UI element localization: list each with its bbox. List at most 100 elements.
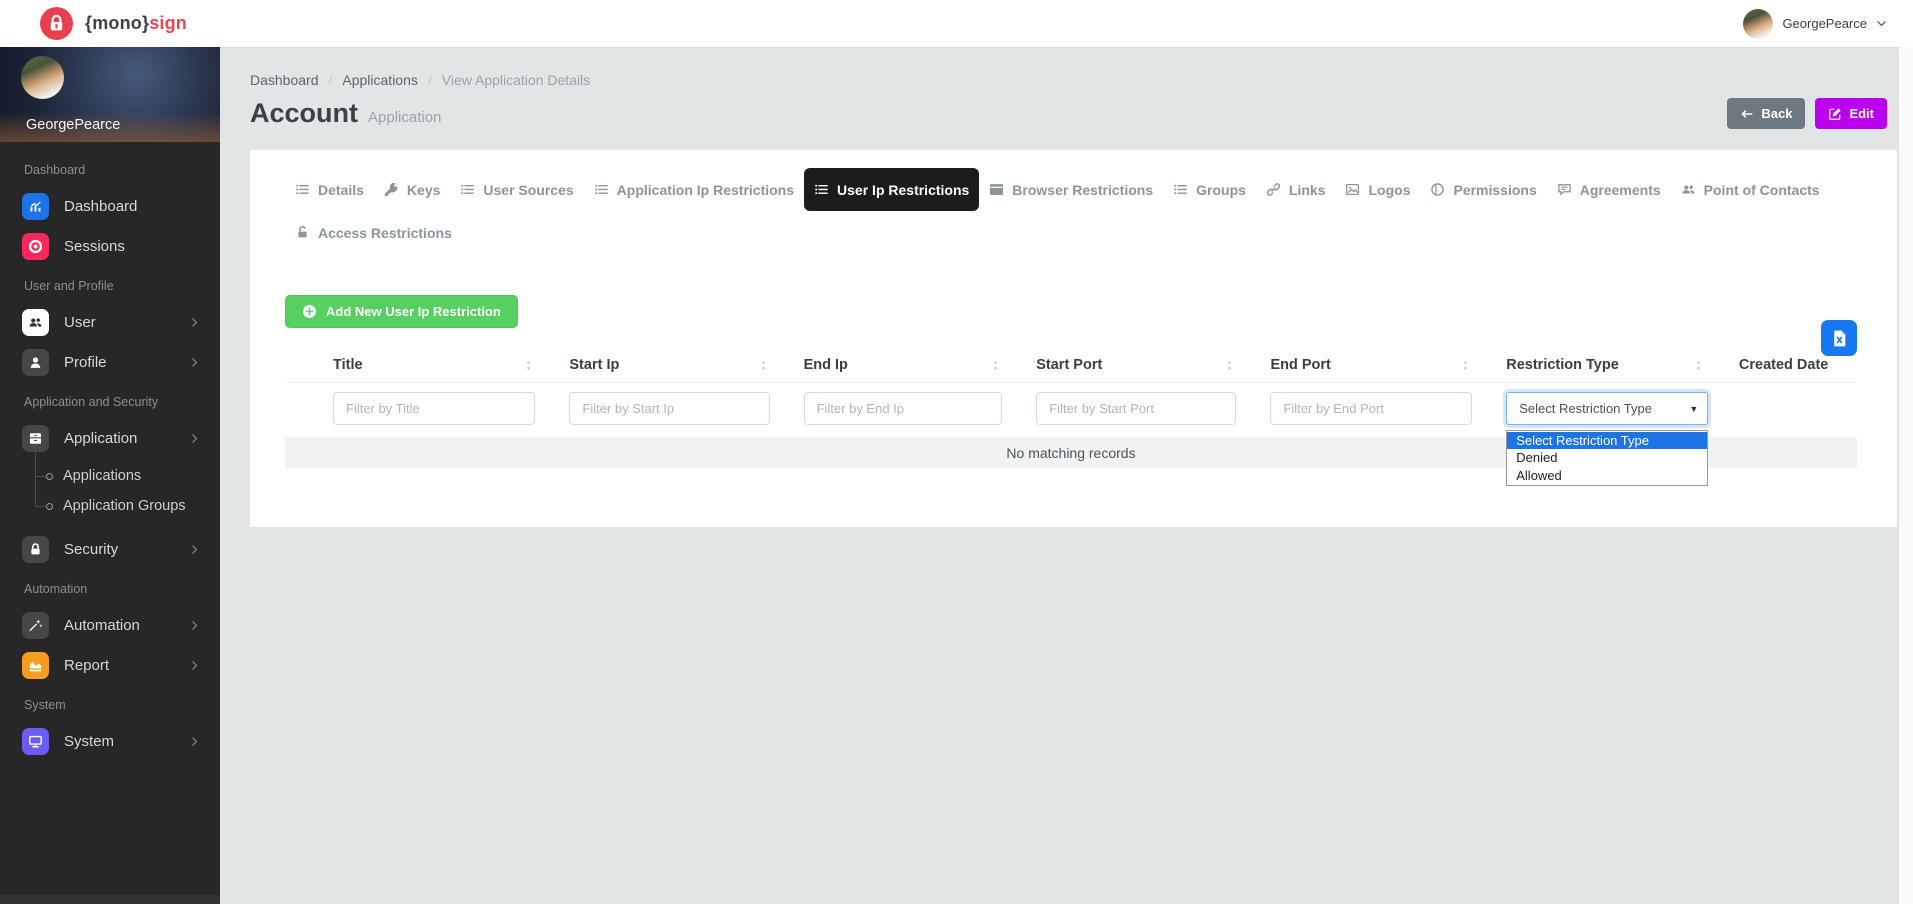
- breadcrumb-applications[interactable]: Applications: [342, 72, 418, 88]
- export-excel-button[interactable]: [1821, 320, 1857, 356]
- column-header-label: Start Port: [1036, 357, 1102, 373]
- sidebar-item-dashboard[interactable]: Dashboard: [0, 186, 220, 226]
- dropdown-option-allowed[interactable]: Allowed: [1507, 467, 1707, 484]
- tab-groups[interactable]: Groups: [1163, 168, 1256, 211]
- tab-label: Logos: [1368, 182, 1410, 198]
- application-window: {mono}sign GeorgePearce GeorgePearce Das…: [0, 0, 1913, 904]
- excel-file-icon: [1830, 329, 1849, 348]
- filter-cell-start-ip: [555, 392, 789, 425]
- sidebar-item-user[interactable]: User: [0, 302, 220, 342]
- back-button[interactable]: Back: [1727, 98, 1805, 129]
- column-header-start-ip[interactable]: Start Ip: [555, 357, 789, 373]
- tab-user-sources[interactable]: User Sources: [450, 168, 583, 211]
- tab-keys[interactable]: Keys: [374, 168, 450, 211]
- sidebar-item-report[interactable]: Report: [0, 645, 220, 685]
- sort-icon: [1223, 359, 1236, 372]
- restrictions-table: Title Start Ip End Ip Start Port End PortRes…: [285, 357, 1857, 468]
- archive-icon: [22, 425, 49, 452]
- tab-label: Permissions: [1453, 182, 1536, 198]
- monitor-icon: [22, 728, 49, 755]
- person-icon: [22, 349, 49, 376]
- tab-label: User Sources: [483, 182, 573, 198]
- link-icon: [1266, 182, 1281, 197]
- sidebar-item-label: Dashboard: [64, 198, 200, 215]
- filter-cell-restriction-type: Select Restriction Type▼Select Restricti…: [1492, 392, 1725, 425]
- tab-point-of-contacts[interactable]: Point of Contacts: [1671, 168, 1830, 211]
- sidebar-profile: GeorgePearce: [0, 47, 220, 142]
- breadcrumb-dashboard[interactable]: Dashboard: [250, 72, 319, 88]
- sidebar-section-application-and-security: Application and Security: [0, 382, 220, 418]
- tab-permissions[interactable]: Permissions: [1420, 168, 1546, 211]
- sidebar-footer: [0, 895, 220, 904]
- column-header-title[interactable]: Title: [285, 357, 555, 373]
- sort-icon: [757, 359, 770, 372]
- filter-input-start-ip[interactable]: [569, 392, 769, 425]
- column-header-label: Created Date: [1739, 357, 1828, 373]
- sidebar-item-system[interactable]: System: [0, 721, 220, 761]
- tab-agreements[interactable]: Agreements: [1547, 168, 1671, 211]
- application-details-card: DetailsKeys User Sources Application Ip Re…: [250, 150, 1897, 527]
- tab-details[interactable]: Details: [285, 168, 374, 211]
- brand-logo[interactable]: {mono}sign: [40, 7, 187, 40]
- sidebar-item-profile[interactable]: Profile: [0, 342, 220, 382]
- chevron-down-icon: [1876, 18, 1887, 29]
- edit-button[interactable]: Edit: [1815, 98, 1887, 129]
- page-title: Account: [250, 98, 358, 129]
- breadcrumb-current: View Application Details: [442, 72, 590, 88]
- chevron-right-icon: [189, 433, 200, 444]
- filter-input-end-ip[interactable]: [804, 392, 1003, 425]
- dropdown-option-select-restriction-type[interactable]: Select Restriction Type: [1507, 432, 1707, 449]
- filter-input-title[interactable]: [333, 392, 535, 425]
- table-toolbar: Add New User Ip Restriction: [285, 295, 1857, 331]
- vertical-scrollbar[interactable]: [1898, 47, 1913, 904]
- brand-prefix: {mono}: [85, 13, 149, 33]
- sort-icon: [522, 359, 535, 372]
- restriction-type-select[interactable]: Select Restriction Type▼: [1506, 392, 1708, 425]
- page-actions: Back Edit: [1727, 98, 1887, 129]
- sidebar-section-dashboard: Dashboard: [0, 150, 220, 186]
- sidebar-item-security[interactable]: Security: [0, 529, 220, 569]
- chevron-right-icon: [189, 620, 200, 631]
- column-header-created-date[interactable]: Created Date: [1725, 357, 1857, 373]
- list-icon: [295, 182, 310, 197]
- chevron-right-icon: [189, 544, 200, 555]
- tab-links[interactable]: Links: [1256, 168, 1336, 211]
- tab-application-ip-restrictions[interactable]: Application Ip Restrictions: [584, 168, 804, 211]
- filter-input-start-port[interactable]: [1036, 392, 1236, 425]
- column-header-start-port[interactable]: Start Port: [1022, 357, 1256, 373]
- list-icon: [460, 182, 475, 197]
- sidebar-item-sessions[interactable]: Sessions: [0, 226, 220, 266]
- sidebar-item-application[interactable]: Application: [0, 418, 220, 458]
- sort-icon: [1692, 359, 1705, 372]
- padlock-logo-icon: [40, 7, 73, 40]
- tree-connector: [35, 506, 46, 507]
- sidebar-item-label: Profile: [64, 354, 189, 371]
- add-user-ip-restriction-button[interactable]: Add New User Ip Restriction: [285, 295, 518, 328]
- sidebar-subitem-application-groups[interactable]: Application Groups: [0, 491, 220, 521]
- column-header-label: Title: [333, 357, 363, 373]
- sidebar-menu: DashboardDashboardSessionsUser and Profi…: [0, 142, 220, 761]
- permission-icon: [1430, 182, 1445, 197]
- dropdown-option-denied[interactable]: Denied: [1507, 449, 1707, 466]
- back-button-label: Back: [1761, 106, 1792, 121]
- column-header-end-ip[interactable]: End Ip: [790, 357, 1023, 373]
- add-button-label: Add New User Ip Restriction: [326, 304, 501, 319]
- column-header-label: End Ip: [804, 357, 848, 373]
- tab-browser-restrictions[interactable]: Browser Restrictions: [979, 168, 1163, 211]
- tab-access-restrictions[interactable]: Access Restrictions: [285, 211, 462, 254]
- tab-user-ip-restrictions[interactable]: User Ip Restrictions: [804, 168, 979, 211]
- tab-label: Point of Contacts: [1704, 182, 1820, 198]
- sidebar-subitem-applications[interactable]: Applications: [0, 461, 220, 491]
- sidebar-section-system: System: [0, 685, 220, 721]
- column-header-restriction-type[interactable]: Restriction Type: [1492, 357, 1725, 373]
- user-menu[interactable]: GeorgePearce: [1743, 9, 1887, 39]
- filter-input-end-port[interactable]: [1270, 392, 1472, 425]
- plus-circle-icon: [302, 304, 317, 319]
- tree-connector: [35, 476, 46, 477]
- sidebar-subitem-label: Application Groups: [63, 498, 186, 514]
- chevron-right-icon: [189, 736, 200, 747]
- page-header: Account Application Back Edit: [250, 98, 1913, 129]
- tab-logos[interactable]: Logos: [1335, 168, 1420, 211]
- column-header-end-port[interactable]: End Port: [1256, 357, 1492, 373]
- sidebar-item-automation[interactable]: Automation: [0, 605, 220, 645]
